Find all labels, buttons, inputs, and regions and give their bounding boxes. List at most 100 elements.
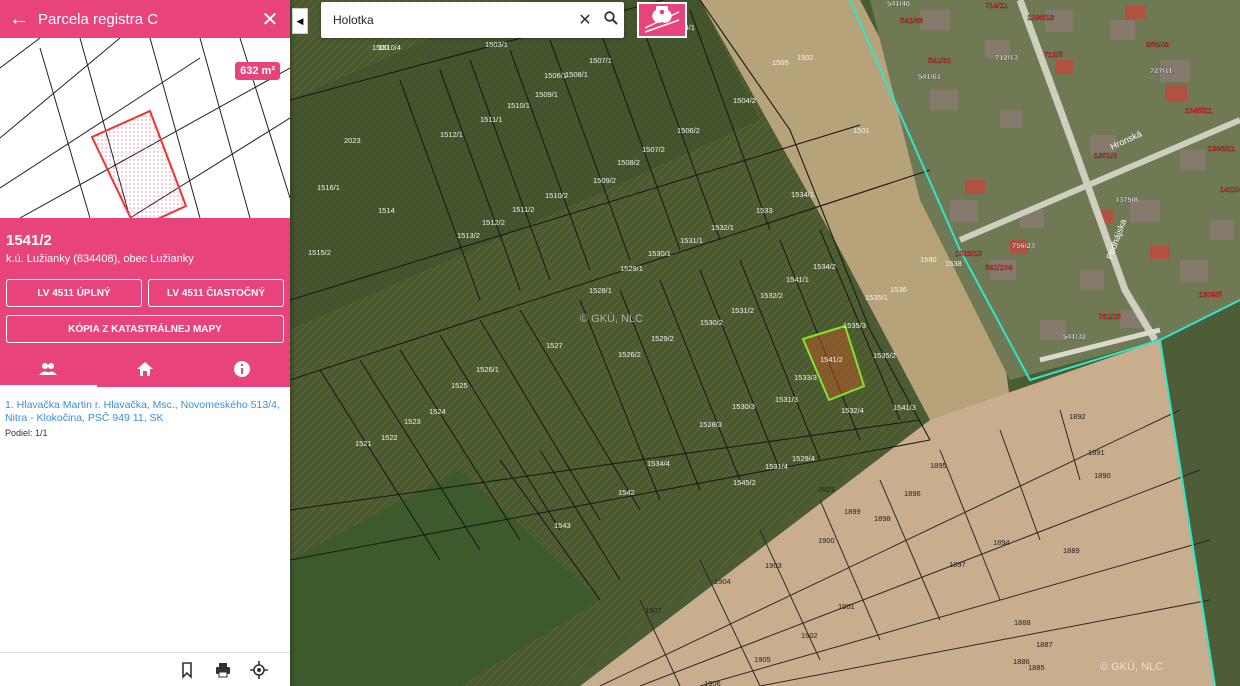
parcel-number-label: 1512/1 bbox=[440, 130, 463, 139]
panel-header: ← Parcela registra C ✕ bbox=[0, 0, 290, 38]
parcel-number-label: 1526/1 bbox=[476, 365, 499, 374]
parcel-number-label: 1525 bbox=[451, 381, 468, 390]
tab-home[interactable] bbox=[97, 351, 194, 387]
parcel-number-label: 1907 bbox=[645, 606, 662, 615]
parcel-number-label: 1905 bbox=[754, 655, 771, 664]
parcel-number-label: 1534/1 bbox=[791, 190, 814, 199]
house-parcel-label: 714/11 bbox=[985, 1, 1008, 10]
lv-full-button[interactable]: LV 4511 ÚPLNÝ bbox=[6, 279, 142, 307]
parcel-number-label: 1535/2 bbox=[873, 351, 896, 360]
parcel-number-label: 1526/2 bbox=[618, 350, 641, 359]
cadastral-info: k.ú. Lužianky (834408), obec Lužianky bbox=[6, 253, 194, 265]
map-copy-button[interactable]: KÓPIA Z KATASTRÁLNEJ MAPY bbox=[6, 315, 284, 343]
locate-icon[interactable] bbox=[250, 660, 268, 679]
parcel-number-label: 1506/2 bbox=[677, 126, 700, 135]
lv-partial-button[interactable]: LV 4511 ČIASTOČNÝ bbox=[148, 279, 284, 307]
parcel-number-label: 1904 bbox=[714, 577, 731, 586]
parcel-number-label: 1516/1 bbox=[317, 183, 340, 192]
house-parcel-label: 756/23 bbox=[1012, 241, 1035, 250]
parcel-number-label: 1513/2 bbox=[457, 231, 480, 240]
parcel-number-label: 1532/1 bbox=[711, 223, 734, 232]
search-bar: Holotka ✕ bbox=[321, 2, 624, 38]
house-parcel-label: 1351/8 bbox=[1094, 151, 1117, 160]
parcel-number-label: 1532/2 bbox=[760, 291, 783, 300]
parcel-number-label: 1504/2 bbox=[733, 96, 756, 105]
parcel-number-label: 1529/2 bbox=[651, 334, 674, 343]
parcel-number-label: 1535/1 bbox=[865, 293, 888, 302]
owners-icon bbox=[39, 363, 58, 375]
house-parcel-label: 727/11 bbox=[1150, 66, 1173, 75]
parcel-number-label: 1529/4 bbox=[792, 454, 815, 463]
house-parcel-label: 541/104 bbox=[985, 263, 1013, 272]
parcel-number-label: 1502 bbox=[797, 53, 814, 62]
parcel-number-label: 1508/1 bbox=[565, 70, 588, 79]
house-parcel-label: 541/63 bbox=[900, 16, 923, 25]
collapse-panel-button[interactable]: ◀ bbox=[292, 8, 308, 34]
parcel-number-label: 1533 bbox=[756, 206, 773, 215]
search-input[interactable]: Holotka bbox=[321, 13, 572, 27]
parcel-number-label: 1543 bbox=[554, 521, 571, 530]
parcel-number-label: 1887 bbox=[1036, 640, 1053, 649]
parcel-number-label: 1536 bbox=[890, 285, 907, 294]
panel-footer bbox=[0, 652, 290, 686]
home-icon bbox=[137, 362, 153, 376]
parcel-number-label: 1508/2 bbox=[617, 158, 640, 167]
owner-share: Podiel: 1/1 bbox=[5, 428, 48, 438]
parcel-info: 1541/2 k.ú. Lužianky (834408), obec Luži… bbox=[0, 218, 290, 387]
parcel-number-label: 1894 bbox=[993, 538, 1010, 547]
clear-icon[interactable]: ✕ bbox=[572, 10, 598, 30]
parcel-number-label: 1532/4 bbox=[841, 406, 864, 415]
info-icon bbox=[233, 361, 250, 377]
parcel-number-label: 1898 bbox=[874, 514, 891, 523]
parcel-number-label: 1512/2 bbox=[482, 218, 505, 227]
parcel-number-label: 1897 bbox=[949, 560, 966, 569]
parcel-number-label: 1509/2 bbox=[593, 176, 616, 185]
tab-owners[interactable] bbox=[0, 351, 97, 387]
back-arrow-icon[interactable]: ← bbox=[0, 8, 38, 31]
parcel-number-label: 1896 bbox=[904, 489, 921, 498]
owner-entry[interactable]: 1. Hlavačka Martin r. Hlavačka, Msc., No… bbox=[5, 399, 285, 425]
parcel-number-label: 1889 bbox=[1063, 546, 1080, 555]
parcel-detail-panel: ← Parcela registra C ✕ 632 m² 1541/2 k.ú… bbox=[0, 0, 290, 686]
parcel-number-label: 1895 bbox=[930, 461, 947, 470]
search-icon[interactable] bbox=[598, 10, 624, 30]
parcel-number-label: 1530/2 bbox=[700, 318, 723, 327]
house-parcel-label: 1045/21 bbox=[1185, 106, 1212, 115]
print-icon[interactable] bbox=[214, 661, 232, 679]
house-parcel-label: 781/25 bbox=[1098, 312, 1121, 321]
parcel-number-label: 1510/1 bbox=[507, 101, 530, 110]
parcel-number-label: 1888 bbox=[1014, 618, 1031, 627]
parcel-number-label: 1531/1 bbox=[680, 236, 703, 245]
parcel-number-label: 1900 bbox=[818, 536, 835, 545]
parcel-number-label: 1533/3 bbox=[794, 373, 817, 382]
parcel-number-label: 1541/1 bbox=[786, 275, 809, 284]
house-parcel-label: 1023/15 bbox=[955, 249, 982, 258]
parcel-number-label: 1892 bbox=[1069, 412, 1086, 421]
parcel-number-label: 1542 bbox=[618, 488, 635, 497]
parcel-number-label: 1531/3 bbox=[775, 395, 798, 404]
close-icon[interactable]: ✕ bbox=[250, 7, 290, 32]
house-parcel-label: 1422/4 bbox=[1220, 185, 1240, 194]
house-parcel-label: 541/61 bbox=[918, 72, 941, 81]
preview-selected-parcel bbox=[90, 109, 188, 218]
map-pin-icon bbox=[644, 6, 680, 33]
parcel-number-label: 2023 bbox=[818, 485, 835, 494]
parcel-number-label: 1510/2 bbox=[545, 191, 568, 200]
parcel-number-label: 1515/2 bbox=[308, 248, 331, 257]
tab-info[interactable] bbox=[193, 351, 290, 387]
parcel-number-label: 1891 bbox=[1088, 448, 1105, 457]
house-parcel-label: 1375/8 bbox=[1115, 195, 1138, 204]
owners-list: 1. Hlavačka Martin r. Hlavačka, Msc., No… bbox=[0, 387, 290, 452]
parcel-number-label: 1511/1 bbox=[480, 115, 502, 124]
parcel-number-label: 1528/3 bbox=[699, 420, 722, 429]
parcel-number-label: 1541/3 bbox=[893, 403, 916, 412]
house-parcel-label: 541/32 bbox=[1063, 332, 1086, 341]
watermark-corner: © GKÚ, NLC bbox=[1100, 660, 1163, 673]
parcel-number-label: 1890 bbox=[1094, 471, 1111, 480]
bookmark-icon[interactable] bbox=[178, 661, 196, 679]
parcel-number-label: 1906 bbox=[704, 679, 721, 686]
location-pin-button[interactable] bbox=[637, 2, 687, 38]
house-parcel-label: 712/5 bbox=[1044, 50, 1063, 59]
parcel-number-label: 1505 bbox=[772, 58, 789, 67]
parcel-number-label: 2023 bbox=[344, 136, 361, 145]
